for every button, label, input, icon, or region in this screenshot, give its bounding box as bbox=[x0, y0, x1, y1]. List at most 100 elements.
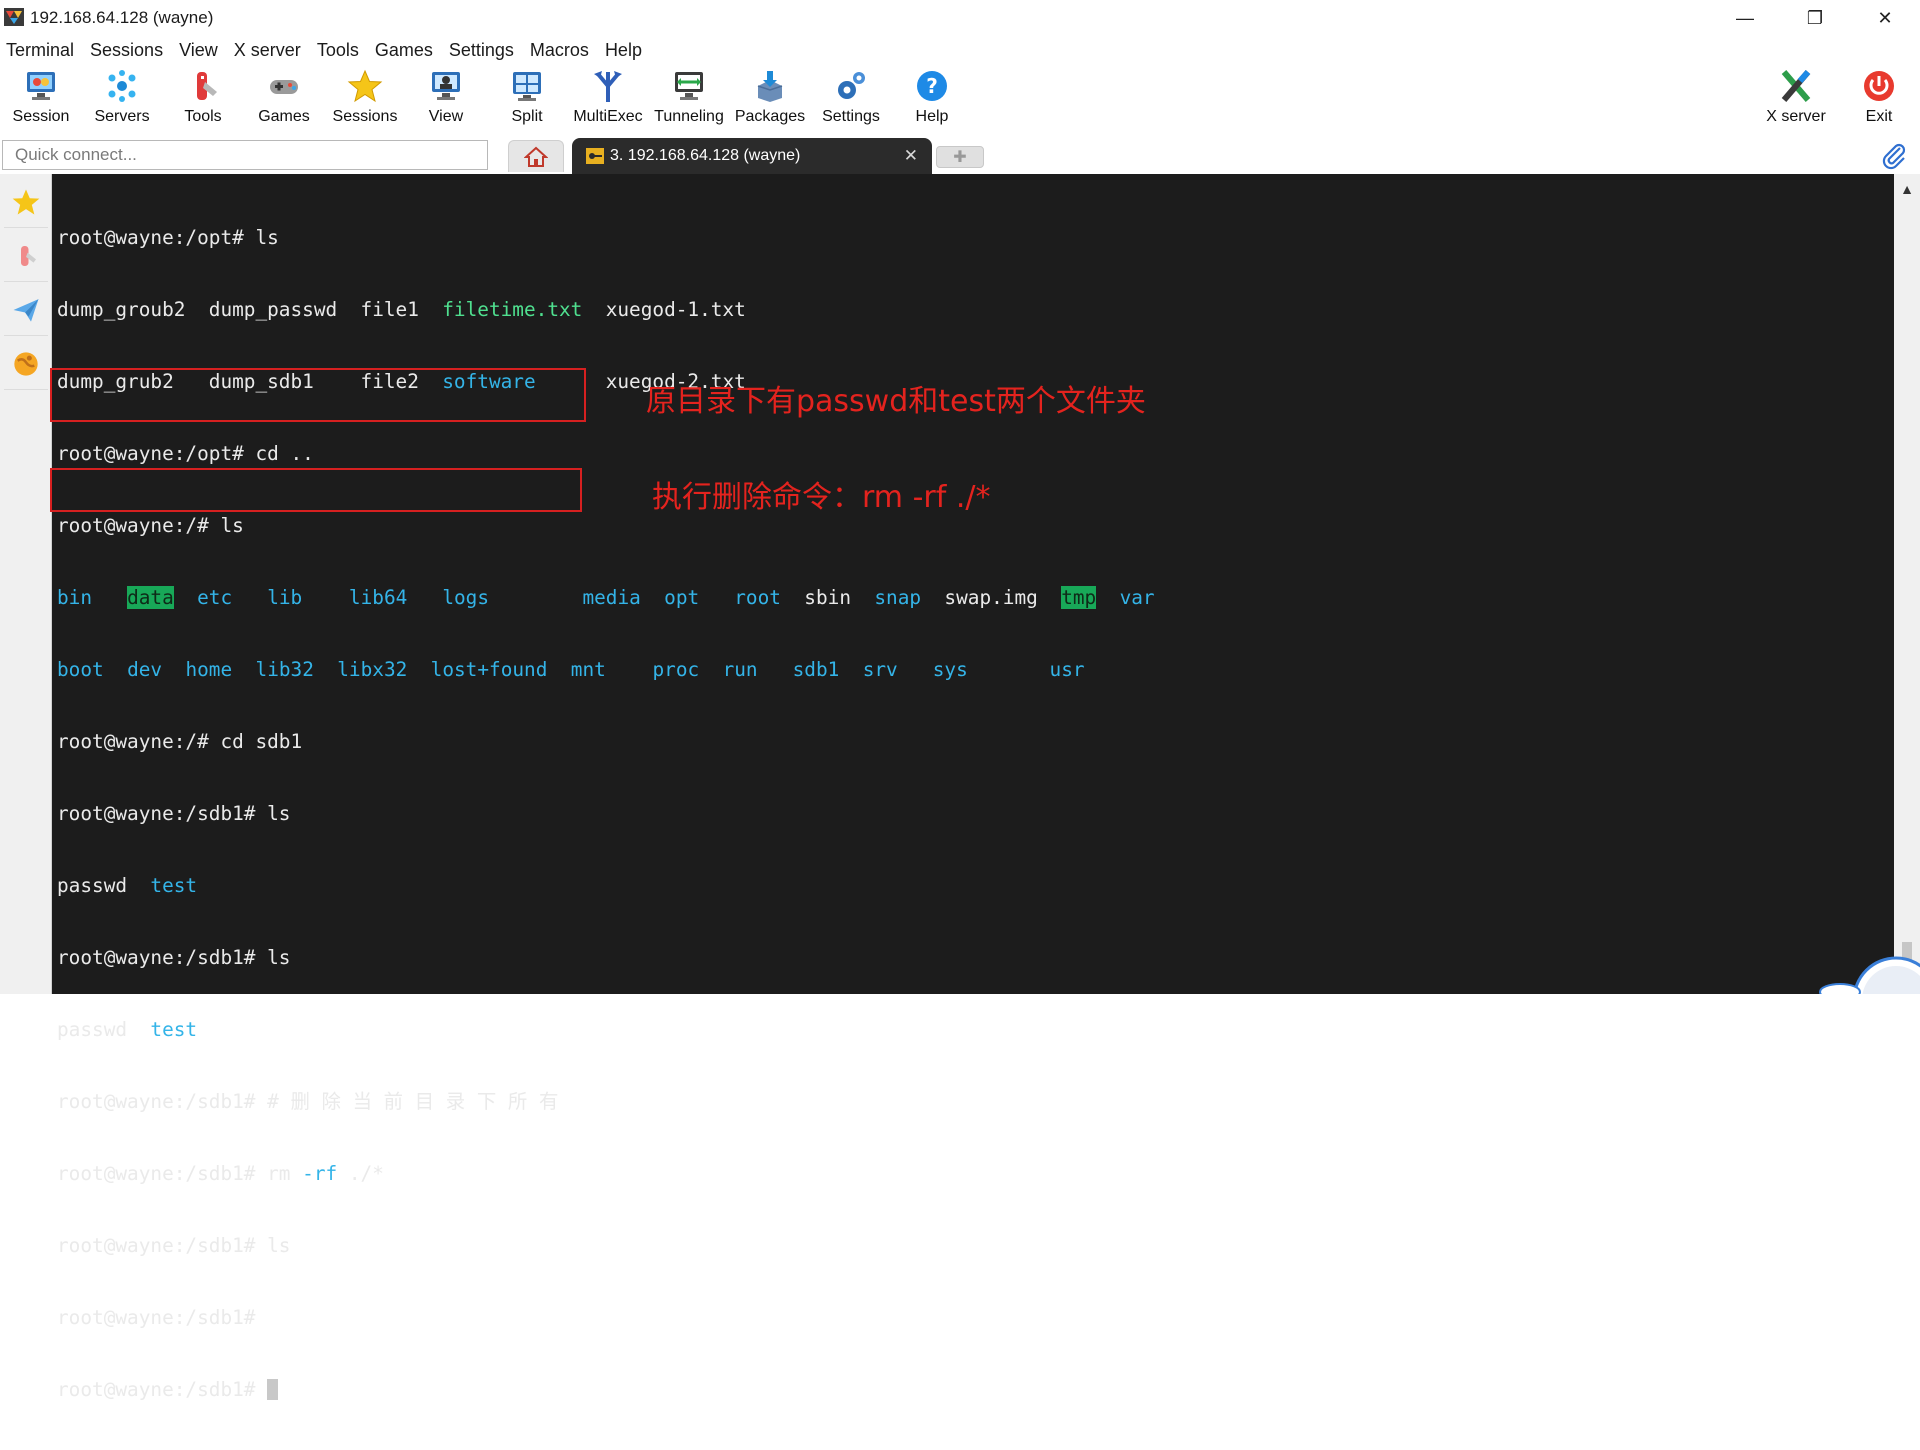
annotation-box-ls bbox=[50, 368, 586, 422]
xserver-label: X server bbox=[1766, 108, 1826, 125]
xserver-button[interactable]: X server bbox=[1756, 64, 1836, 134]
main-toolbar: Session Servers Tools Games Sessions Vie… bbox=[0, 64, 1920, 134]
tools-label: Tools bbox=[184, 108, 222, 125]
multiexec-label: MultiExec bbox=[573, 108, 643, 125]
close-tab-icon[interactable]: ✕ bbox=[904, 146, 918, 166]
paper-plane-icon bbox=[13, 298, 39, 322]
home-tab[interactable] bbox=[508, 140, 564, 172]
tab-bar: Quick connect... 3. 192.168.64.128 (wayn… bbox=[0, 136, 1920, 174]
exit-label: Exit bbox=[1865, 108, 1893, 125]
tunneling-button[interactable]: Tunneling bbox=[649, 64, 729, 134]
settings-button[interactable]: Settings bbox=[811, 64, 891, 134]
menu-tools[interactable]: Tools bbox=[311, 40, 365, 61]
terminal-line: root@wayne:/# ls bbox=[57, 514, 244, 537]
tools-knife-icon bbox=[21, 245, 36, 266]
terminal-cursor bbox=[267, 1379, 279, 1400]
help-label: Help bbox=[915, 108, 949, 125]
sidebar-sftp[interactable] bbox=[4, 338, 48, 390]
menu-view[interactable]: View bbox=[173, 40, 224, 61]
terminal-line: bin data etc lib lib64 logs media opt ro… bbox=[57, 586, 1155, 609]
games-label: Games bbox=[258, 108, 310, 125]
menu-terminal[interactable]: Terminal bbox=[0, 40, 80, 61]
quick-connect-input[interactable]: Quick connect... bbox=[2, 140, 488, 170]
session-tab-active[interactable]: 3. 192.168.64.128 (wayne) ✕ bbox=[572, 138, 932, 174]
view-label: View bbox=[428, 108, 464, 125]
minimize-button[interactable]: — bbox=[1710, 0, 1780, 36]
session-button[interactable]: Session bbox=[1, 64, 81, 134]
terminal-line: root@wayne:/sdb1# ls bbox=[57, 802, 291, 825]
multiexec-fork-icon bbox=[594, 71, 622, 102]
servers-button[interactable]: Servers bbox=[82, 64, 162, 134]
terminal-area[interactable]: root@wayne:/opt# ls dump_groub2 dump_pas… bbox=[50, 174, 1894, 1401]
sidebar-macros[interactable] bbox=[4, 284, 48, 336]
menu-sessions[interactable]: Sessions bbox=[84, 40, 169, 61]
sidebar-sessions[interactable] bbox=[4, 176, 48, 228]
menu-xserver[interactable]: X server bbox=[228, 40, 307, 61]
packages-label: Packages bbox=[734, 108, 806, 125]
session-tab-label: 3. 192.168.64.128 (wayne) bbox=[610, 147, 801, 164]
multiexec-button[interactable]: MultiExec bbox=[568, 64, 648, 134]
star-icon bbox=[12, 189, 40, 214]
terminal-line: root@wayne:/sdb1# ls bbox=[57, 1234, 291, 1257]
help-icon: ? bbox=[917, 71, 947, 101]
split-label: Split bbox=[511, 108, 543, 125]
sessions-button[interactable]: Sessions bbox=[325, 64, 405, 134]
games-button[interactable]: Games bbox=[244, 64, 324, 134]
terminal-line: root@wayne:/sdb1# ls bbox=[57, 946, 291, 969]
scroll-up-arrow-icon[interactable]: ▲ bbox=[1894, 178, 1920, 200]
tunneling-icon bbox=[675, 72, 703, 100]
split-button[interactable]: Split bbox=[487, 64, 567, 134]
terminal-line: boot dev home lib32 libx32 lost+found mn… bbox=[57, 658, 1085, 681]
servers-label: Servers bbox=[94, 108, 150, 125]
new-tab-button[interactable]: ✚ bbox=[936, 146, 984, 168]
help-button[interactable]: ? Help bbox=[892, 64, 972, 134]
annotation-box-rm bbox=[50, 468, 582, 512]
floating-assistant-icon[interactable] bbox=[1800, 940, 1920, 994]
packages-icon bbox=[757, 71, 783, 102]
menu-macros[interactable]: Macros bbox=[524, 40, 595, 61]
svg-text:?: ? bbox=[926, 74, 938, 98]
terminal-line: passwd test bbox=[57, 874, 198, 897]
gear-icon bbox=[838, 72, 865, 99]
packages-button[interactable]: Packages bbox=[730, 64, 810, 134]
terminal-line: root@wayne:/sdb1# bbox=[57, 1378, 1155, 1402]
close-icon: ✕ bbox=[1877, 7, 1893, 28]
close-window-button[interactable]: ✕ bbox=[1850, 0, 1920, 36]
terminal-line: root@wayne:/sdb1# rm -rf ./* bbox=[57, 1162, 384, 1185]
mobaxterm-app-icon bbox=[4, 8, 24, 26]
menu-help[interactable]: Help bbox=[599, 40, 648, 61]
star-icon bbox=[347, 69, 383, 103]
annotation-text-delete-command: 执行删除命令：rm -rf ./* bbox=[652, 480, 991, 515]
menu-games[interactable]: Games bbox=[369, 40, 439, 61]
side-panel bbox=[0, 174, 52, 994]
exit-button[interactable]: Exit bbox=[1839, 64, 1919, 134]
terminal-scrollbar[interactable]: ▲ bbox=[1894, 174, 1920, 994]
terminal-line: dump_groub2 dump_passwd file1 filetime.t… bbox=[57, 298, 746, 321]
session-monitor-icon bbox=[27, 72, 55, 100]
terminal-line: passwd test bbox=[57, 1018, 198, 1041]
xserver-icon bbox=[1781, 70, 1811, 102]
terminal-line: root@wayne:/opt# ls bbox=[57, 226, 279, 249]
session-label: Session bbox=[12, 108, 70, 125]
terminal-line: root@wayne:/opt# cd .. bbox=[57, 442, 314, 465]
tools-button[interactable]: Tools bbox=[163, 64, 243, 134]
terminal-line: root@wayne:/sdb1# # 删 除 当 前 目 录 下 所 有 bbox=[57, 1090, 559, 1113]
view-button[interactable]: View bbox=[406, 64, 486, 134]
sessions-label: Sessions bbox=[332, 108, 398, 125]
restore-icon: ❐ bbox=[1806, 7, 1824, 28]
key-icon bbox=[586, 148, 604, 164]
window-title: 192.168.64.128 (wayne) bbox=[30, 8, 214, 27]
globe-icon bbox=[14, 351, 38, 376]
sidebar-tools[interactable] bbox=[4, 230, 48, 282]
home-icon bbox=[524, 146, 548, 167]
split-icon bbox=[513, 72, 541, 101]
menu-settings[interactable]: Settings bbox=[443, 40, 520, 61]
annotation-text-original-files: 原目录下有passwd和test两个文件夹 bbox=[646, 384, 1146, 419]
plus-icon: ✚ bbox=[953, 149, 967, 166]
tools-knife-icon bbox=[197, 72, 217, 100]
power-icon bbox=[1864, 71, 1894, 101]
servers-icon bbox=[108, 70, 136, 102]
restore-button[interactable]: ❐ bbox=[1780, 0, 1850, 36]
view-monitor-icon bbox=[432, 72, 460, 100]
paperclip-icon[interactable] bbox=[1880, 142, 1908, 170]
